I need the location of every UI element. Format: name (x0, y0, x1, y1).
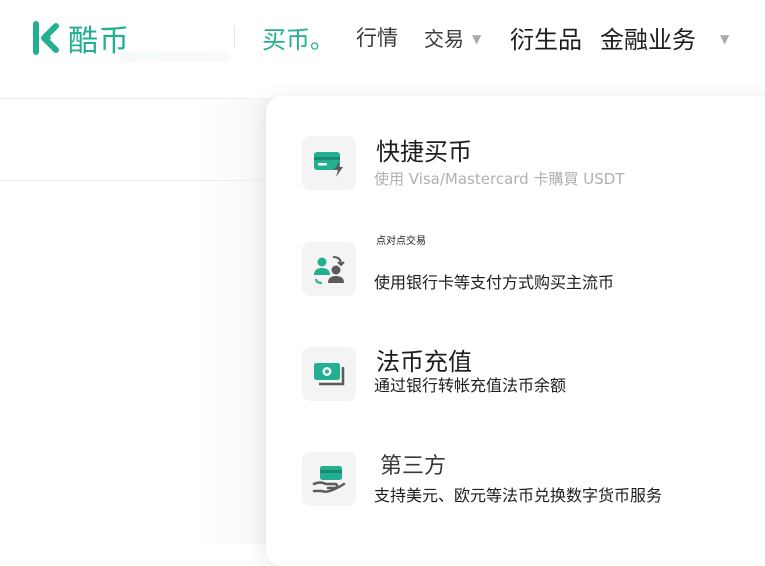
chevron-down-icon: ▼ (720, 32, 730, 46)
nav-derivatives-label: 衍生品 (510, 25, 582, 54)
nav-divider (234, 26, 235, 48)
chevron-down-icon: ▼ (472, 32, 482, 46)
buy-crypto-dropdown: 快捷买币 使用 Visa/Mastercard 卡購買 USDT 点对点交易 使… (266, 96, 765, 566)
menu-item-desc: 支持美元、欧元等法币兑换数字货币服务 (374, 486, 663, 505)
cash-deposit-icon (302, 347, 356, 401)
nav-derivatives[interactable]: 衍生品 (510, 20, 582, 54)
nav-markets-label: 行情 (356, 26, 398, 50)
menu-item-desc: 使用 Visa/Mastercard 卡購買 USDT (374, 170, 625, 188)
background-shade (200, 98, 270, 544)
menu-item-title: 第三方 (380, 454, 447, 479)
brand-logo[interactable]: 酷币 (26, 16, 130, 60)
menu-item-title: 快捷买币 (376, 138, 472, 166)
p2p-users-icon (302, 242, 356, 296)
kucoin-logo-icon (33, 21, 59, 55)
nav-finance-label: 金融业务 (600, 25, 696, 54)
top-header: 酷币 买币。 行情 交易 ▼ 衍生品 金融业务 ▼ (0, 0, 765, 99)
nav-finance[interactable]: 金融业务 ▼ (600, 20, 729, 54)
logo-subtitle-blur (120, 52, 230, 62)
card-hand-icon (302, 452, 356, 506)
nav-buy-label: 买币。 (262, 25, 334, 54)
nav-buy-crypto[interactable]: 买币。 (262, 20, 334, 54)
nav-markets[interactable]: 行情 (356, 20, 398, 54)
nav-trade[interactable]: 交易 ▼ (424, 20, 481, 54)
card-flash-icon (302, 136, 356, 190)
menu-item-desc: 使用银行卡等支付方式购买主流币 (374, 273, 615, 292)
menu-item-desc: 通过银行转帐充值法币余额 (374, 376, 567, 395)
background-divider (0, 180, 268, 181)
menu-item-title: 点对点交易 (376, 236, 426, 247)
nav-trade-label: 交易 (424, 26, 464, 51)
